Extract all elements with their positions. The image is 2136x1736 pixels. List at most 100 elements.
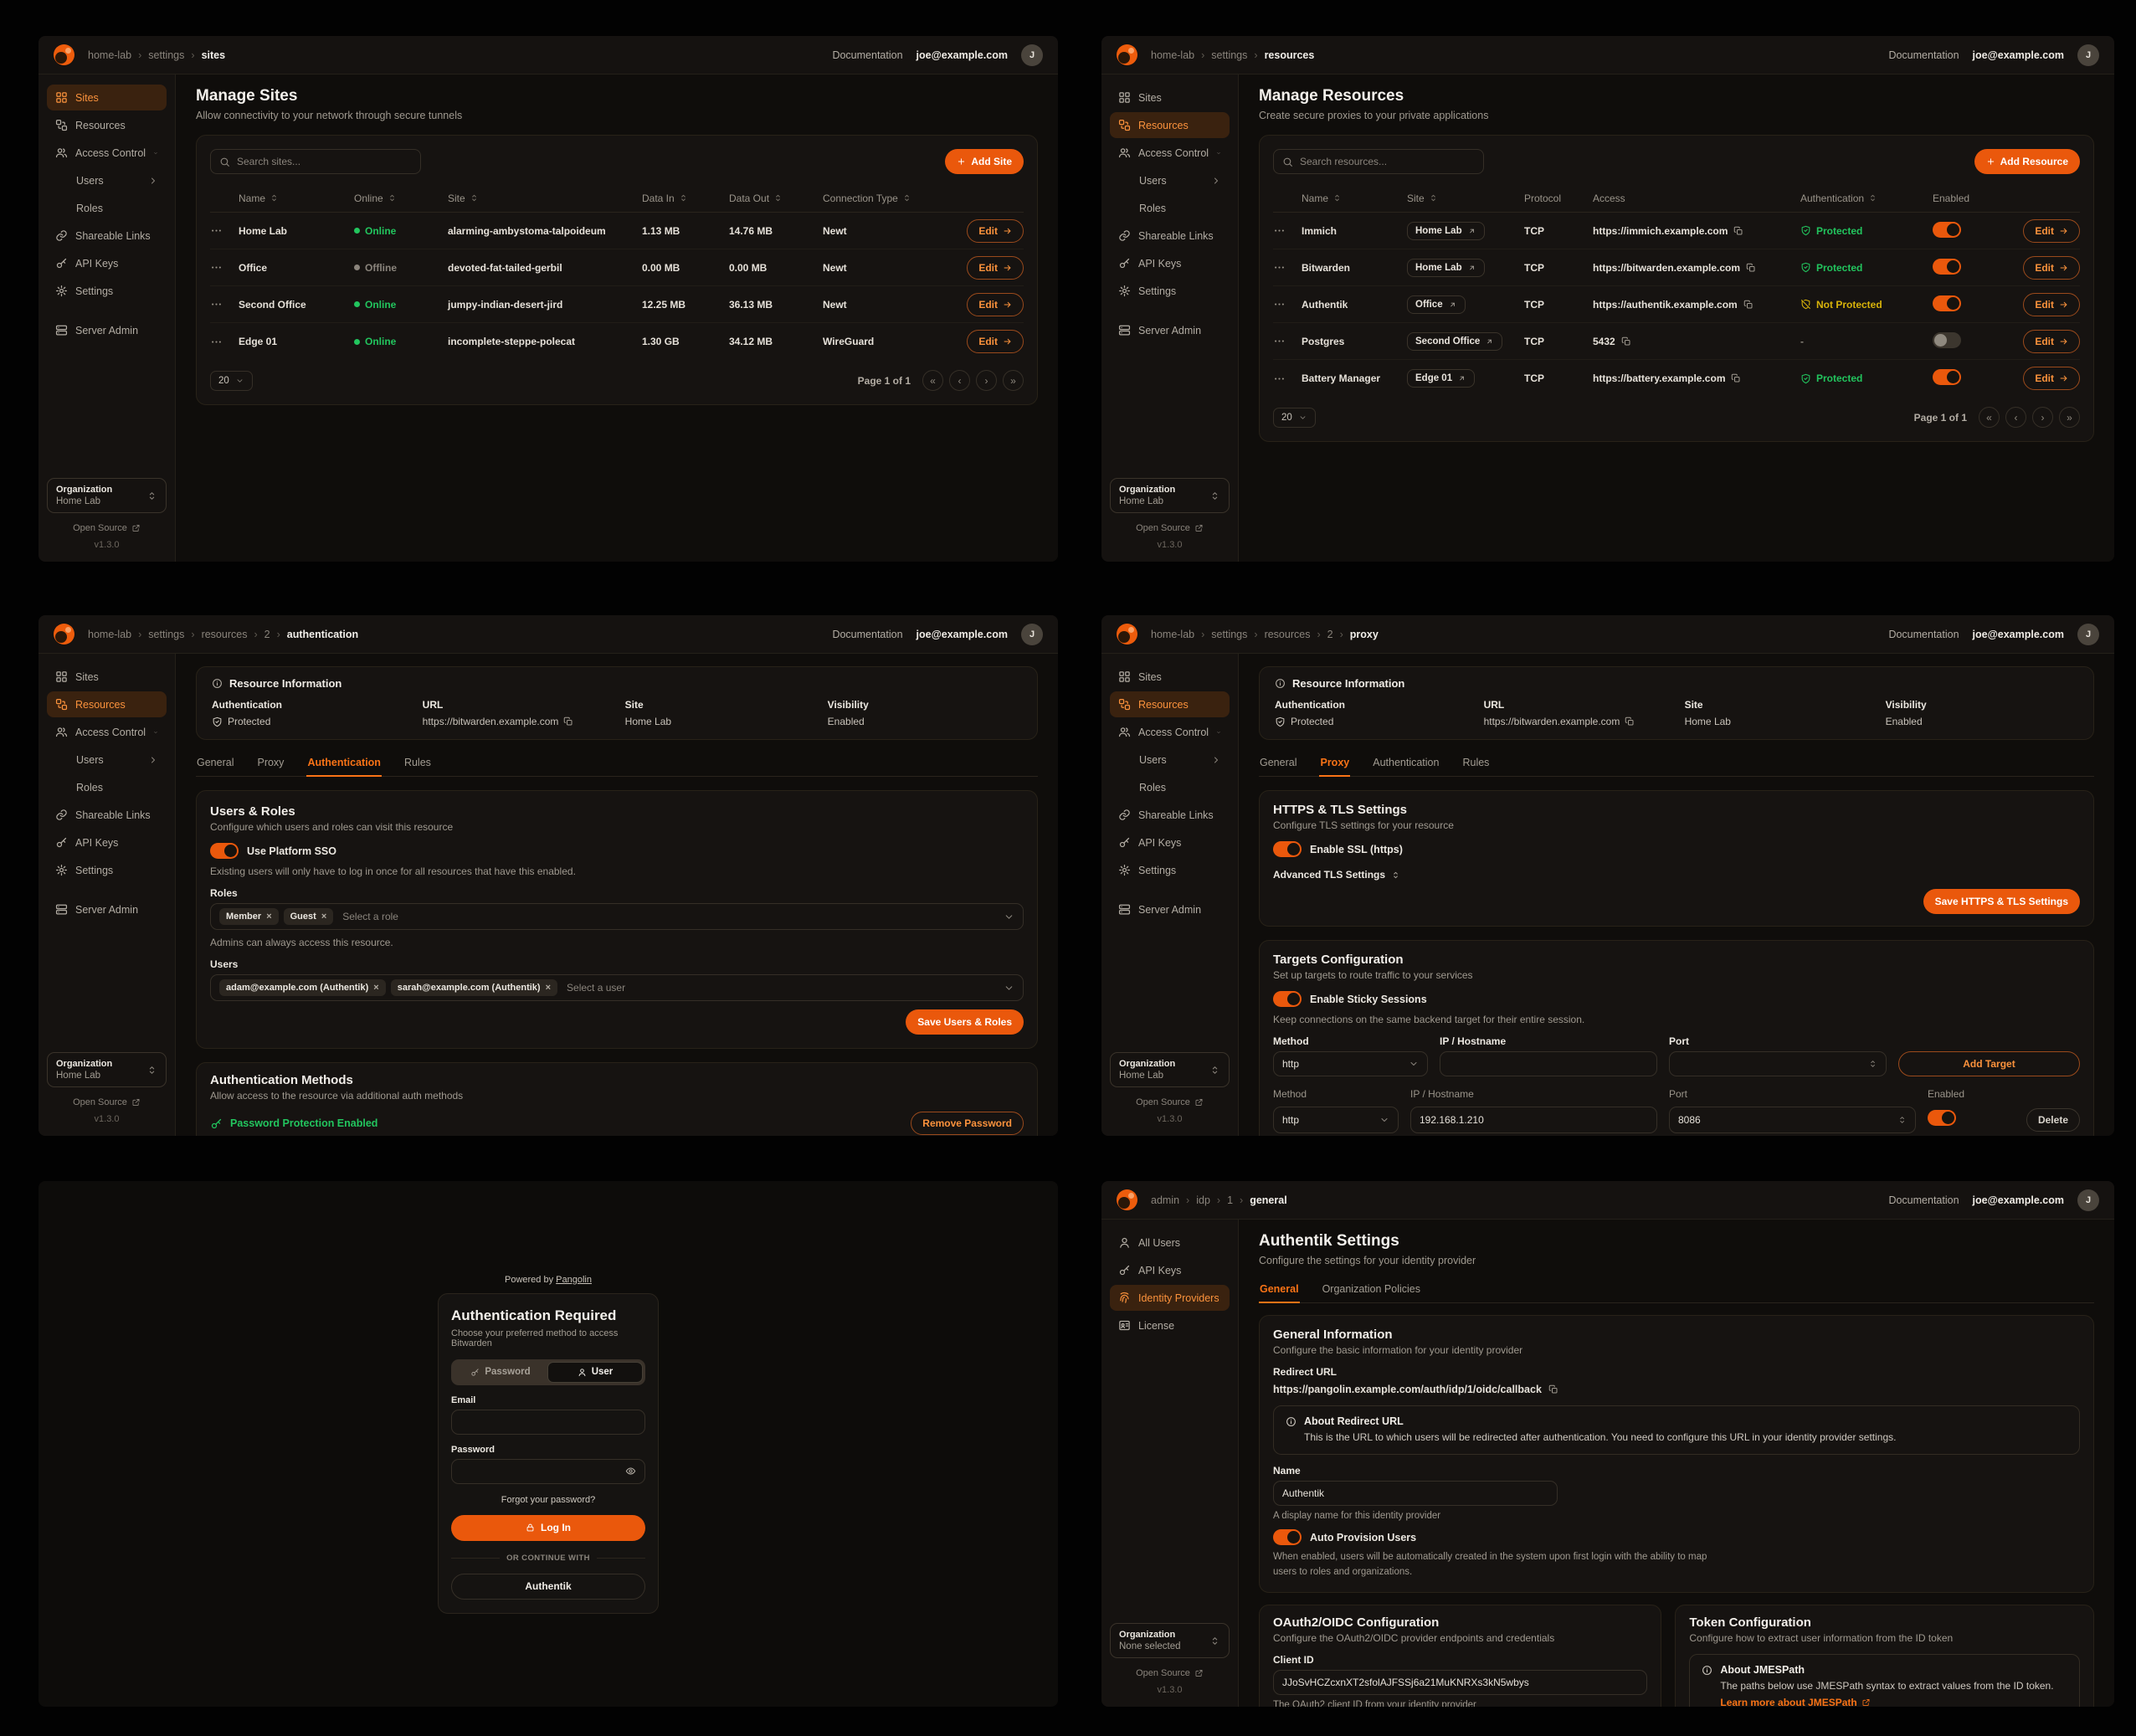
site-link-pill[interactable]: Office: [1407, 295, 1466, 314]
enabled-toggle[interactable]: [1933, 295, 1961, 311]
rows-per-page-select[interactable]: 20: [1273, 408, 1316, 428]
column-header[interactable]: Site: [1407, 193, 1524, 204]
column-header[interactable]: Name: [239, 193, 354, 204]
user-email[interactable]: joe@example.com: [917, 49, 1008, 61]
roles-multiselect[interactable]: Member×Guest× Select a role: [210, 903, 1024, 930]
authentik-sso-button[interactable]: Authentik: [451, 1574, 645, 1600]
tab[interactable]: General: [1259, 1276, 1300, 1302]
target-method-select[interactable]: http: [1273, 1107, 1399, 1133]
tab[interactable]: Rules: [403, 750, 432, 776]
pager-button[interactable]: ‹: [949, 370, 970, 391]
search-input[interactable]: [1300, 156, 1475, 167]
tab[interactable]: General: [196, 750, 234, 776]
port-input[interactable]: [1678, 1058, 1863, 1070]
sidebar-item[interactable]: Roles: [1110, 195, 1230, 221]
add-site-button[interactable]: Add Site: [945, 149, 1024, 174]
auto-provision-toggle[interactable]: [1273, 1529, 1302, 1545]
edit-button[interactable]: Edit: [2023, 367, 2080, 390]
column-header[interactable]: Data Out: [729, 193, 823, 204]
row-menu-icon[interactable]: [1273, 335, 1286, 347]
pager-button[interactable]: ›: [2032, 407, 2053, 428]
copy-icon[interactable]: [1548, 1384, 1558, 1394]
enabled-toggle[interactable]: [1933, 259, 1961, 275]
sidebar-item[interactable]: Settings: [1110, 857, 1230, 883]
sidebar-item[interactable]: Shareable Links: [47, 223, 167, 249]
breadcrumb-item[interactable]: admin: [1151, 1194, 1179, 1206]
client-id-field[interactable]: [1282, 1677, 1638, 1688]
sidebar-item[interactable]: Users: [47, 167, 167, 193]
avatar[interactable]: J: [2077, 1189, 2099, 1211]
login-button[interactable]: Log In: [451, 1515, 645, 1541]
column-header[interactable]: Site: [448, 193, 642, 204]
row-menu-icon[interactable]: [1273, 298, 1286, 311]
tab[interactable]: Authentication: [1372, 750, 1440, 776]
number-spinner-icon[interactable]: [1868, 1059, 1877, 1069]
breadcrumb-item[interactable]: 2: [1310, 629, 1332, 640]
sidebar-item[interactable]: Server Admin: [47, 896, 167, 922]
breadcrumb-item[interactable]: settings: [131, 629, 184, 640]
sidebar-item[interactable]: Resources: [47, 112, 167, 138]
enabled-toggle[interactable]: [1933, 222, 1961, 238]
sidebar-item[interactable]: Shareable Links: [1110, 802, 1230, 828]
sidebar-item[interactable]: License: [1110, 1312, 1230, 1338]
rows-per-page-select[interactable]: 20: [210, 371, 253, 391]
copy-icon[interactable]: [1743, 300, 1753, 310]
breadcrumb-item[interactable]: home-lab: [88, 49, 131, 61]
column-header[interactable]: Enabled: [1933, 193, 2003, 204]
tab[interactable]: Authentication: [306, 750, 382, 776]
column-header[interactable]: Online: [354, 193, 448, 204]
open-source-link[interactable]: Open Source: [1136, 523, 1204, 533]
platform-sso-toggle[interactable]: [210, 843, 239, 859]
organization-selector[interactable]: Organization Home Lab: [1110, 478, 1230, 513]
open-source-link[interactable]: Open Source: [73, 523, 141, 533]
sidebar-item[interactable]: Access Control: [1110, 140, 1230, 166]
forgot-password-link[interactable]: Forgot your password?: [451, 1495, 645, 1505]
site-link-pill[interactable]: Edge 01: [1407, 369, 1475, 388]
method-tab[interactable]: User: [547, 1362, 643, 1383]
breadcrumb-item[interactable]: sites: [184, 49, 225, 61]
method-tab[interactable]: Password: [454, 1362, 547, 1383]
row-menu-icon[interactable]: [210, 298, 223, 311]
user-email[interactable]: joe@example.com: [917, 629, 1008, 640]
number-spinner-icon[interactable]: [1897, 1115, 1907, 1125]
sidebar-item[interactable]: Resources: [1110, 112, 1230, 138]
sticky-sessions-toggle[interactable]: [1273, 991, 1302, 1007]
auth-method-button[interactable]: Remove Password: [911, 1112, 1024, 1135]
password-field[interactable]: [460, 1466, 625, 1477]
open-source-link[interactable]: Open Source: [73, 1097, 141, 1107]
remove-chip-icon[interactable]: ×: [373, 983, 378, 993]
add-resource-button[interactable]: Add Resource: [1974, 149, 2080, 174]
pager-button[interactable]: »: [1003, 370, 1024, 391]
pager-button[interactable]: «: [922, 370, 943, 391]
breadcrumb-item[interactable]: 2: [247, 629, 270, 640]
avatar[interactable]: J: [2077, 624, 2099, 645]
save-users-roles-button[interactable]: Save Users & Roles: [906, 1009, 1024, 1035]
copy-icon[interactable]: [563, 716, 573, 727]
organization-selector[interactable]: Organization Home Lab: [1110, 1052, 1230, 1087]
sidebar-item[interactable]: Users: [1110, 167, 1230, 193]
site-link-pill[interactable]: Home Lab: [1407, 222, 1485, 240]
enabled-toggle[interactable]: [1933, 332, 1961, 348]
tab[interactable]: Proxy: [1319, 750, 1350, 776]
sidebar-item[interactable]: Settings: [47, 278, 167, 304]
copy-icon[interactable]: [1621, 336, 1631, 347]
row-menu-icon[interactable]: [1273, 224, 1286, 237]
copy-icon[interactable]: [1733, 226, 1743, 236]
row-menu-icon[interactable]: [1273, 261, 1286, 274]
breadcrumb-item[interactable]: home-lab: [88, 629, 131, 640]
breadcrumb-item[interactable]: proxy: [1333, 629, 1379, 640]
column-header[interactable]: Access: [1593, 193, 1800, 204]
copy-icon[interactable]: [1731, 373, 1741, 383]
sidebar-item[interactable]: Access Control: [47, 719, 167, 745]
delete-target-button[interactable]: Delete: [2026, 1108, 2080, 1132]
documentation-link[interactable]: Documentation: [832, 49, 902, 61]
sidebar-item[interactable]: Sites: [47, 664, 167, 690]
sidebar-item[interactable]: Access Control: [1110, 719, 1230, 745]
breadcrumb-item[interactable]: general: [1233, 1194, 1287, 1206]
documentation-link[interactable]: Documentation: [832, 629, 902, 640]
pangolin-logo-icon[interactable]: [54, 624, 74, 645]
sidebar-item[interactable]: API Keys: [47, 829, 167, 855]
row-menu-icon[interactable]: [210, 224, 223, 237]
sidebar-item[interactable]: Roles: [1110, 774, 1230, 800]
column-header[interactable]: Protocol: [1524, 193, 1593, 204]
